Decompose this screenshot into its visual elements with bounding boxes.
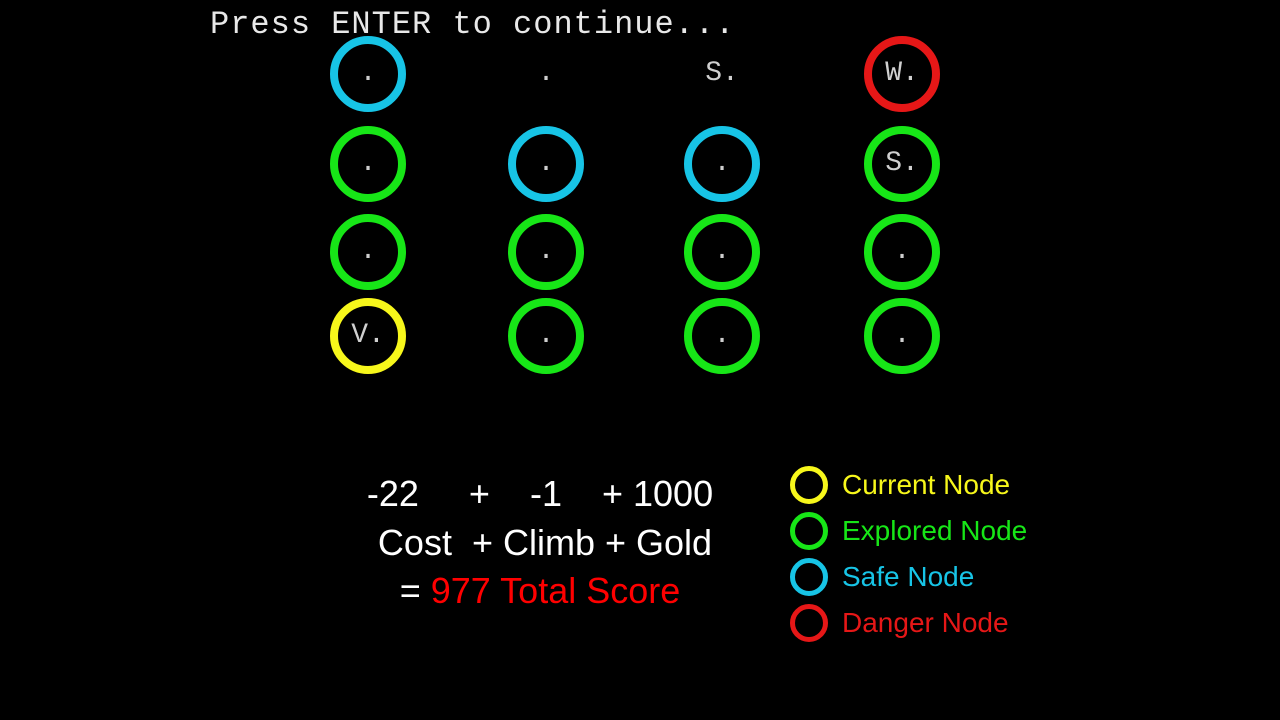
grid-node: .	[684, 214, 760, 290]
node-label: .	[538, 320, 555, 351]
grid-node: S.	[864, 126, 940, 202]
equals-sign: =	[400, 570, 431, 611]
circle-icon	[790, 558, 828, 596]
node-label: .	[894, 236, 911, 267]
node-label: .	[360, 58, 377, 89]
node-label: W.	[885, 58, 919, 89]
grid-node: .	[508, 214, 584, 290]
circle-icon	[790, 512, 828, 550]
legend-explored: Explored Node	[790, 512, 1027, 550]
node-label: .	[538, 58, 555, 89]
node-label: .	[360, 148, 377, 179]
grid-node: .	[508, 298, 584, 374]
node-label: .	[714, 236, 731, 267]
node-label: S.	[705, 58, 739, 89]
formula-result: = 977 Total Score	[300, 567, 780, 616]
node-label: .	[714, 320, 731, 351]
grid-node: .	[330, 214, 406, 290]
grid-node: S.	[684, 36, 760, 112]
legend-label: Safe Node	[842, 561, 974, 593]
grid-node: .	[508, 126, 584, 202]
score-formula: -22 + -1 + 1000 Cost + Climb + Gold = 97…	[300, 470, 780, 616]
circle-icon	[790, 604, 828, 642]
grid-node: .	[508, 36, 584, 112]
legend-label: Explored Node	[842, 515, 1027, 547]
formula-labels: Cost + Climb + Gold	[300, 519, 780, 568]
continue-prompt[interactable]: Press ENTER to continue...	[210, 6, 735, 43]
grid-node: V.	[330, 298, 406, 374]
grid-node: .	[684, 298, 760, 374]
grid-node: .	[864, 214, 940, 290]
grid-node: .	[864, 298, 940, 374]
grid-node: .	[330, 126, 406, 202]
node-label: V.	[351, 320, 385, 351]
legend-safe: Safe Node	[790, 558, 1027, 596]
legend-current: Current Node	[790, 466, 1027, 504]
legend-label: Danger Node	[842, 607, 1009, 639]
legend-danger: Danger Node	[790, 604, 1027, 642]
game-stage: Press ENTER to continue... .. S. W.... S...…	[190, 0, 1090, 720]
circle-icon	[790, 466, 828, 504]
total-score: 977 Total Score	[431, 570, 681, 611]
node-label: S.	[885, 148, 919, 179]
legend: Current Node Explored Node Safe Node Dan…	[790, 466, 1027, 650]
legend-label: Current Node	[842, 469, 1010, 501]
grid-node: W.	[864, 36, 940, 112]
node-label: .	[894, 320, 911, 351]
formula-values: -22 + -1 + 1000	[300, 470, 780, 519]
node-label: .	[714, 148, 731, 179]
node-label: .	[538, 236, 555, 267]
node-label: .	[538, 148, 555, 179]
grid-node: .	[330, 36, 406, 112]
node-label: .	[360, 236, 377, 267]
grid-node: .	[684, 126, 760, 202]
